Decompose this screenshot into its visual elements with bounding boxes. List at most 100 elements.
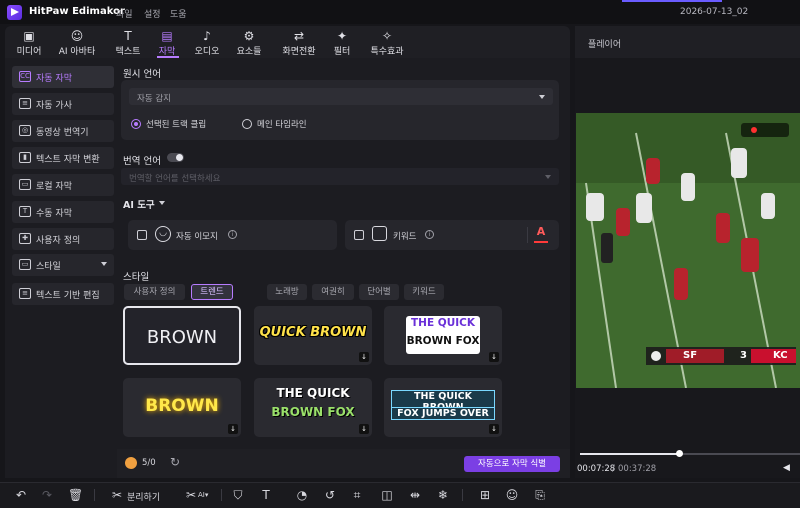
style-tile-5[interactable]: THE QUICK BROWN FOX ↓ [254, 378, 372, 437]
video-frame [576, 113, 800, 389]
video-preview[interactable]: SF 3 KC [576, 113, 800, 389]
style-tab-4[interactable]: 여권히 [312, 284, 354, 300]
undo-icon[interactable]: ↶ [14, 488, 28, 502]
time-separator: / [612, 464, 615, 474]
style-tile-1[interactable]: BROWN [123, 306, 241, 365]
sidebar-item-style[interactable]: ▭ 스타일 [12, 254, 114, 276]
menu-settings[interactable]: 설정 [144, 7, 161, 20]
text-color-icon[interactable]: A [534, 225, 548, 243]
sidebar-item-local-subtitle[interactable]: ▭ 로컬 자막 [12, 174, 114, 196]
divider [94, 489, 95, 501]
face-icon[interactable]: ☺ [505, 488, 519, 502]
sidebar-item-text-to-subtitle[interactable]: ▮ 텍스트 자막 변환 [12, 147, 114, 169]
rotate-icon[interactable]: ↺ [323, 488, 337, 502]
tab-transition[interactable]: ⇄ 화면전환 [277, 26, 321, 58]
tab-text[interactable]: T 텍스트 [106, 26, 150, 58]
style-tab-custom[interactable]: 사용자 정의 [124, 284, 185, 300]
snowflake-icon[interactable]: ❄ [436, 488, 450, 502]
media-icon: ▣ [23, 29, 35, 43]
download-icon[interactable]: ↓ [359, 424, 369, 434]
crop-icon[interactable]: ⌗ [350, 488, 364, 502]
local-file-icon: ▭ [19, 179, 31, 190]
menu-help[interactable]: 도움 [170, 7, 187, 20]
avatar-icon: ☺ [70, 29, 84, 43]
subtitle-icon: ▤ [161, 29, 173, 43]
keyword-checkbox[interactable] [354, 230, 364, 240]
auto-emoji-label: 자동 이모지 [176, 232, 218, 242]
title-accent [622, 0, 722, 2]
radio-selected-clip[interactable] [131, 119, 141, 129]
keyword-label: 키워드 [393, 232, 417, 242]
menu-file[interactable]: 파일 [116, 7, 133, 20]
custom-icon: ✚ [19, 233, 31, 244]
style-tile-4[interactable]: BROWN ↓ [123, 378, 241, 437]
radio-main-timeline[interactable] [242, 119, 252, 129]
sidebar-item-text-based-edit[interactable]: ≡ 텍스트 기반 편집 [12, 283, 114, 305]
redo-icon[interactable]: ↷ [40, 488, 54, 502]
translation-language-select[interactable]: 번역할 언어를 선택하세요 [121, 168, 559, 185]
sidebar-item-manual-subtitle[interactable]: T 수동 자막 [12, 201, 114, 223]
download-icon[interactable]: ↓ [489, 352, 499, 362]
translate-icon: ◎ [19, 125, 31, 136]
scoreboard-team2: KC [773, 350, 788, 361]
coin-icon [125, 457, 137, 469]
text-edit-icon: ≡ [19, 288, 31, 299]
download-icon[interactable]: ↓ [228, 424, 238, 434]
chevron-down-icon [101, 262, 107, 266]
sidebar-item-video-translator[interactable]: ◎ 동영상 번역기 [12, 120, 114, 142]
style-tab-karaoke[interactable]: 노래방 [267, 284, 307, 300]
download-icon[interactable]: ↓ [489, 424, 499, 434]
add-text-icon[interactable]: ⊞ [478, 488, 492, 502]
split-label[interactable]: 분리하기 [127, 490, 160, 503]
mirror-icon[interactable]: ⇹ [408, 488, 422, 502]
auto-emoji-card: ◡ 자동 이모지 i [128, 220, 337, 250]
style-tile-6[interactable]: THE QUICK BROWN FOX JUMPS OVER ↓ [384, 378, 502, 437]
refresh-icon[interactable]: ↻ [170, 455, 180, 469]
tab-elements[interactable]: ⚙ 요소들 [227, 26, 271, 58]
style-tile-3[interactable]: THE QUICK BROWN FOX ↓ [384, 306, 502, 365]
freeze-frame-icon[interactable]: ◫ [380, 488, 394, 502]
sidebar-item-auto-subtitle[interactable]: CC 자동 자막 [12, 66, 114, 88]
divider [221, 489, 222, 501]
tab-media[interactable]: ▣ 미디어 [7, 26, 51, 58]
tab-subtitle[interactable]: ▤ 자막 [145, 26, 189, 58]
chevron-down-icon[interactable] [159, 201, 165, 205]
translation-language-label: 번역 언어 [123, 156, 161, 167]
auto-emoji-checkbox[interactable] [137, 230, 147, 240]
play-icon[interactable]: ◀ [783, 463, 790, 473]
sidebar-item-custom[interactable]: ✚ 사용자 정의 [12, 228, 114, 250]
style-tab-keyword[interactable]: 키워드 [404, 284, 444, 300]
download-icon[interactable]: ↓ [359, 352, 369, 362]
source-language-label: 원시 언어 [123, 69, 161, 80]
style-tile-2[interactable]: QUICK BROWN ↓ [254, 306, 372, 365]
text-icon: T [124, 29, 132, 43]
scissors-icon[interactable]: ✂ [110, 488, 124, 502]
scoreboard-team1: SF [683, 350, 698, 361]
source-language-card: 자동 감지 선택된 트랙 클립 메인 타임라인 [121, 80, 559, 140]
speed-icon[interactable]: ◔ [295, 488, 309, 502]
text-box-icon[interactable]: T [259, 488, 273, 502]
export-frame-icon[interactable]: ⎘ [533, 488, 547, 502]
player-title: 플레이어 [588, 40, 622, 50]
tab-filter[interactable]: ✦ 필터 [320, 26, 364, 58]
shield-icon[interactable]: ⛉ [231, 488, 245, 502]
auto-subtitle-button[interactable]: 자동으로 자막 식별 [464, 456, 560, 472]
style-tab-word[interactable]: 단어별 [359, 284, 399, 300]
ai-cut-icon[interactable]: ✂ [184, 488, 198, 502]
seek-handle[interactable] [676, 450, 683, 457]
app-logo [7, 5, 22, 20]
manual-text-icon: T [19, 206, 31, 217]
tab-effects[interactable]: ✧ 특수효과 [365, 26, 409, 58]
tab-audio[interactable]: ♪ 오디오 [185, 26, 229, 58]
style-tab-trend[interactable]: 트렌드 [191, 284, 233, 300]
emoji-icon: ◡ [155, 226, 171, 242]
info-icon[interactable]: i [425, 230, 434, 239]
info-icon[interactable]: i [228, 230, 237, 239]
translation-toggle[interactable] [167, 153, 184, 162]
tab-ai-avatar[interactable]: ☺ AI 아바타 [55, 26, 99, 58]
delete-icon[interactable]: 🗑 [68, 488, 83, 502]
source-language-select[interactable]: 자동 감지 [129, 88, 553, 105]
filter-icon: ✦ [336, 29, 348, 43]
chevron-down-icon [545, 175, 551, 179]
sidebar-item-auto-lyrics[interactable]: ≡ 자동 가사 [12, 93, 114, 115]
